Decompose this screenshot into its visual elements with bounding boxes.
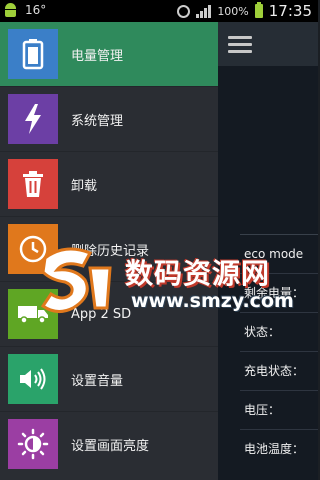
menu-label: 设置音量 <box>71 373 124 389</box>
menu-label: 系统管理 <box>71 113 124 129</box>
menu-item-volume[interactable]: 设置音量 <box>0 347 218 412</box>
main-panel: eco mode 剩余电量： 状态： 充电状态： 电压： 电池温度： <box>218 22 318 480</box>
menu-item-battery-management[interactable]: 电量管理 <box>0 22 218 87</box>
menu-label: 电量管理 <box>71 48 124 64</box>
menu-item-brightness[interactable]: 设置画面亮度 <box>0 412 218 476</box>
truck-icon <box>8 289 58 339</box>
alarm-icon <box>177 4 191 18</box>
brightness-icon <box>8 419 58 469</box>
info-row-remaining: 剩余电量： <box>240 273 318 312</box>
menu-icon[interactable] <box>228 36 252 53</box>
menu-label: App 2 SD <box>71 306 132 322</box>
history-clock-icon <box>8 224 58 274</box>
menu-item-clear-history[interactable]: 删除历史记录 <box>0 217 218 282</box>
battery-status-icon <box>254 2 263 18</box>
status-bar: 16° 100% 17:35 <box>0 0 318 22</box>
info-row-voltage: 电压： <box>240 390 318 429</box>
clock: 17:35 <box>268 2 312 20</box>
battery-info-list: eco mode 剩余电量： 状态： 充电状态： 电压： 电池温度： <box>240 234 318 468</box>
signal-icon <box>196 4 212 18</box>
navigation-drawer: 电量管理 系统管理 卸载 删除历史记录 App 2 SD 设置音量 设置画面亮度 <box>0 22 218 480</box>
menu-label: 卸载 <box>71 178 98 194</box>
temperature-readout: 16° <box>25 3 47 17</box>
app-bar <box>218 22 318 66</box>
menu-item-app2sd[interactable]: App 2 SD <box>0 282 218 347</box>
info-row-temperature: 电池温度： <box>240 429 318 468</box>
menu-label: 设置画面亮度 <box>71 438 150 454</box>
menu-item-system-management[interactable]: 系统管理 <box>0 87 218 152</box>
info-row-charging: 充电状态： <box>240 351 318 390</box>
speaker-icon <box>8 354 58 404</box>
menu-item-uninstall[interactable]: 卸载 <box>0 152 218 217</box>
trash-icon <box>8 159 58 209</box>
info-row-status: 状态： <box>240 312 318 351</box>
info-row-eco-mode[interactable]: eco mode <box>240 234 318 273</box>
menu-label: 删除历史记录 <box>71 243 150 259</box>
android-notification-icon <box>4 3 17 17</box>
lightning-icon <box>8 94 58 144</box>
battery-icon <box>8 29 58 79</box>
battery-percentage: 100% <box>217 4 249 18</box>
